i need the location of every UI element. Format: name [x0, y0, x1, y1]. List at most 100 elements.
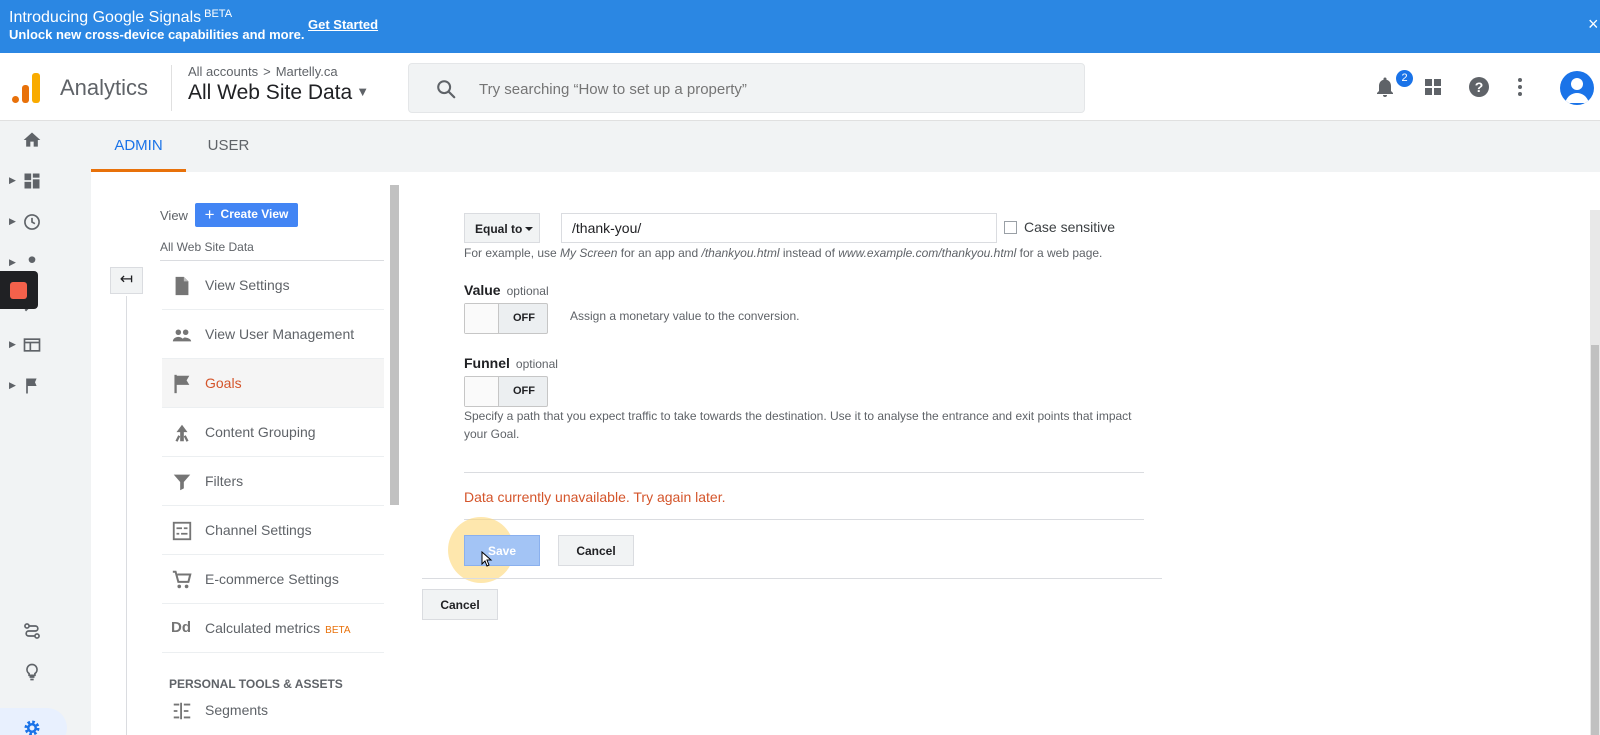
breadcrumb: All accounts > Martelly.ca	[188, 64, 338, 79]
dd-icon: Dd	[171, 619, 191, 636]
left-nav-rail: ▶ ▶ ▶ ▶ ▶ ▶	[0, 121, 91, 735]
search-input[interactable]	[479, 77, 1059, 101]
nav-item-label: Filters	[205, 473, 244, 489]
behavior-icon	[23, 338, 41, 352]
nav-item-goals[interactable]: Goals	[162, 359, 384, 408]
channel-settings-icon	[172, 521, 192, 541]
outer-cancel-button[interactable]: Cancel	[422, 589, 498, 620]
example-text-part: for an app and	[617, 246, 702, 260]
help-icon[interactable]: ?	[1467, 75, 1491, 99]
error-message: Data currently unavailable. Try again la…	[464, 489, 726, 505]
breadcrumb-all-accounts[interactable]: All accounts	[188, 64, 258, 79]
banner-title-text: Introducing Google Signals	[9, 9, 202, 26]
funnel-label: Funnel optional	[464, 355, 558, 371]
value-toggle[interactable]: OFF	[464, 303, 548, 334]
property-selector[interactable]: All Web Site Data ▼	[188, 81, 369, 105]
case-sensitive-label: Case sensitive	[1024, 219, 1116, 235]
form-divider	[464, 519, 1144, 520]
search-bar[interactable]	[408, 63, 1085, 113]
cart-icon	[172, 570, 192, 589]
scrollbar-thumb[interactable]	[1591, 345, 1599, 735]
signals-banner: Introducing Google Signals BETA Unlock ne…	[0, 0, 1600, 53]
view-name[interactable]: All Web Site Data	[160, 240, 254, 254]
notification-count-badge: 2	[1396, 70, 1413, 87]
expand-arrow-icon: ▶	[9, 257, 16, 267]
home-icon	[23, 132, 41, 147]
funnel-toggle[interactable]: OFF	[464, 376, 548, 407]
get-started-link[interactable]: Get Started	[308, 17, 378, 32]
realtime-nav[interactable]: ▶	[0, 203, 91, 241]
nav-item-view-user-management[interactable]: View User Management	[162, 310, 384, 359]
nav-item-ecommerce-settings[interactable]: E-commerce Settings	[162, 555, 384, 604]
conversions-nav[interactable]: ▶	[0, 367, 91, 405]
apps-icon[interactable]	[1421, 75, 1445, 99]
search-icon	[437, 80, 456, 99]
nav-item-label: Calculated metrics BETA	[205, 620, 351, 636]
destination-input[interactable]	[561, 213, 997, 243]
flag-icon	[26, 378, 37, 394]
cancel-button[interactable]: Cancel	[558, 535, 634, 566]
dashboard-icon	[24, 173, 40, 189]
behavior-nav[interactable]: ▶	[0, 326, 91, 364]
save-button[interactable]: Save	[464, 535, 540, 566]
example-text-part: www.example.com/thankyou.html	[838, 246, 1017, 260]
page-scrollbar[interactable]	[1590, 210, 1600, 735]
notifications-icon[interactable]	[1373, 75, 1397, 99]
lightbulb-icon	[26, 663, 38, 681]
account-icon[interactable]	[1560, 71, 1594, 105]
home-nav[interactable]	[0, 121, 91, 159]
dropdown-arrow-icon	[525, 227, 533, 231]
nav-item-view-settings[interactable]: View Settings	[162, 261, 384, 310]
breadcrumb-account[interactable]: Martelly.ca	[276, 64, 338, 79]
nav-item-content-grouping[interactable]: Content Grouping	[162, 408, 384, 457]
gear-icon	[24, 720, 40, 735]
view-nav-column: View + Create View All Web Site Data View…	[160, 186, 385, 735]
value-hint: Assign a monetary value to the conversio…	[570, 309, 800, 323]
calculated-metrics-text: Calculated metrics	[205, 620, 321, 636]
caret-down-icon: ▼	[356, 84, 370, 99]
back-arrow-icon[interactable]: ↤	[110, 267, 143, 294]
expand-arrow-icon: ▶	[9, 339, 16, 349]
nav-item-label: E-commerce Settings	[205, 571, 339, 587]
form-divider	[464, 472, 1144, 473]
flag-icon	[174, 374, 190, 394]
customization-nav[interactable]: ▶	[0, 162, 91, 200]
nav-item-segments[interactable]: Segments	[162, 686, 384, 735]
create-view-button[interactable]: + Create View	[195, 203, 298, 227]
nav-connector-line	[126, 296, 127, 735]
tab-admin[interactable]: ADMIN	[91, 121, 186, 172]
recording-stop-button[interactable]	[0, 271, 38, 309]
app-header: Analytics All accounts > Martelly.ca All W…	[0, 53, 1600, 121]
tab-user[interactable]: USER	[186, 121, 271, 172]
more-icon[interactable]	[1508, 75, 1532, 99]
expand-arrow-icon: ▶	[9, 216, 16, 226]
analytics-logo[interactable]	[12, 73, 42, 103]
app-name: Analytics	[60, 75, 149, 100]
nav-item-label: Goals	[205, 375, 242, 391]
example-text-part: for a web page.	[1016, 246, 1103, 260]
mouse-cursor-icon	[481, 551, 493, 567]
discover-nav[interactable]	[0, 653, 91, 691]
match-type-dropdown[interactable]: Equal to	[464, 213, 540, 243]
attribution-nav[interactable]	[0, 612, 91, 650]
filter-icon	[173, 474, 191, 491]
case-sensitive-checkbox[interactable]	[1004, 221, 1017, 234]
content-grouping-icon	[175, 424, 189, 442]
nav-item-label: View User Management	[205, 326, 355, 342]
nav-item-channel-settings[interactable]: Channel Settings	[162, 506, 384, 555]
admin-nav[interactable]	[0, 708, 67, 735]
nav-scrollbar[interactable]	[390, 185, 399, 505]
person-icon	[28, 256, 36, 263]
example-text-part: instead of	[779, 246, 839, 260]
svg-text:?: ?	[1475, 79, 1484, 95]
nav-item-label: Content Grouping	[205, 424, 316, 440]
optional-tag: optional	[515, 357, 558, 371]
optional-tag: optional	[506, 284, 549, 298]
funnel-label-text: Funnel	[464, 355, 510, 371]
nav-item-calculated-metrics[interactable]: Dd Calculated metrics BETA	[162, 604, 384, 653]
example-text-part: My Screen	[560, 246, 618, 260]
segments-icon	[173, 702, 191, 720]
nav-item-label: Channel Settings	[205, 522, 312, 538]
nav-item-filters[interactable]: Filters	[162, 457, 384, 506]
close-icon[interactable]: ×	[1588, 14, 1599, 35]
